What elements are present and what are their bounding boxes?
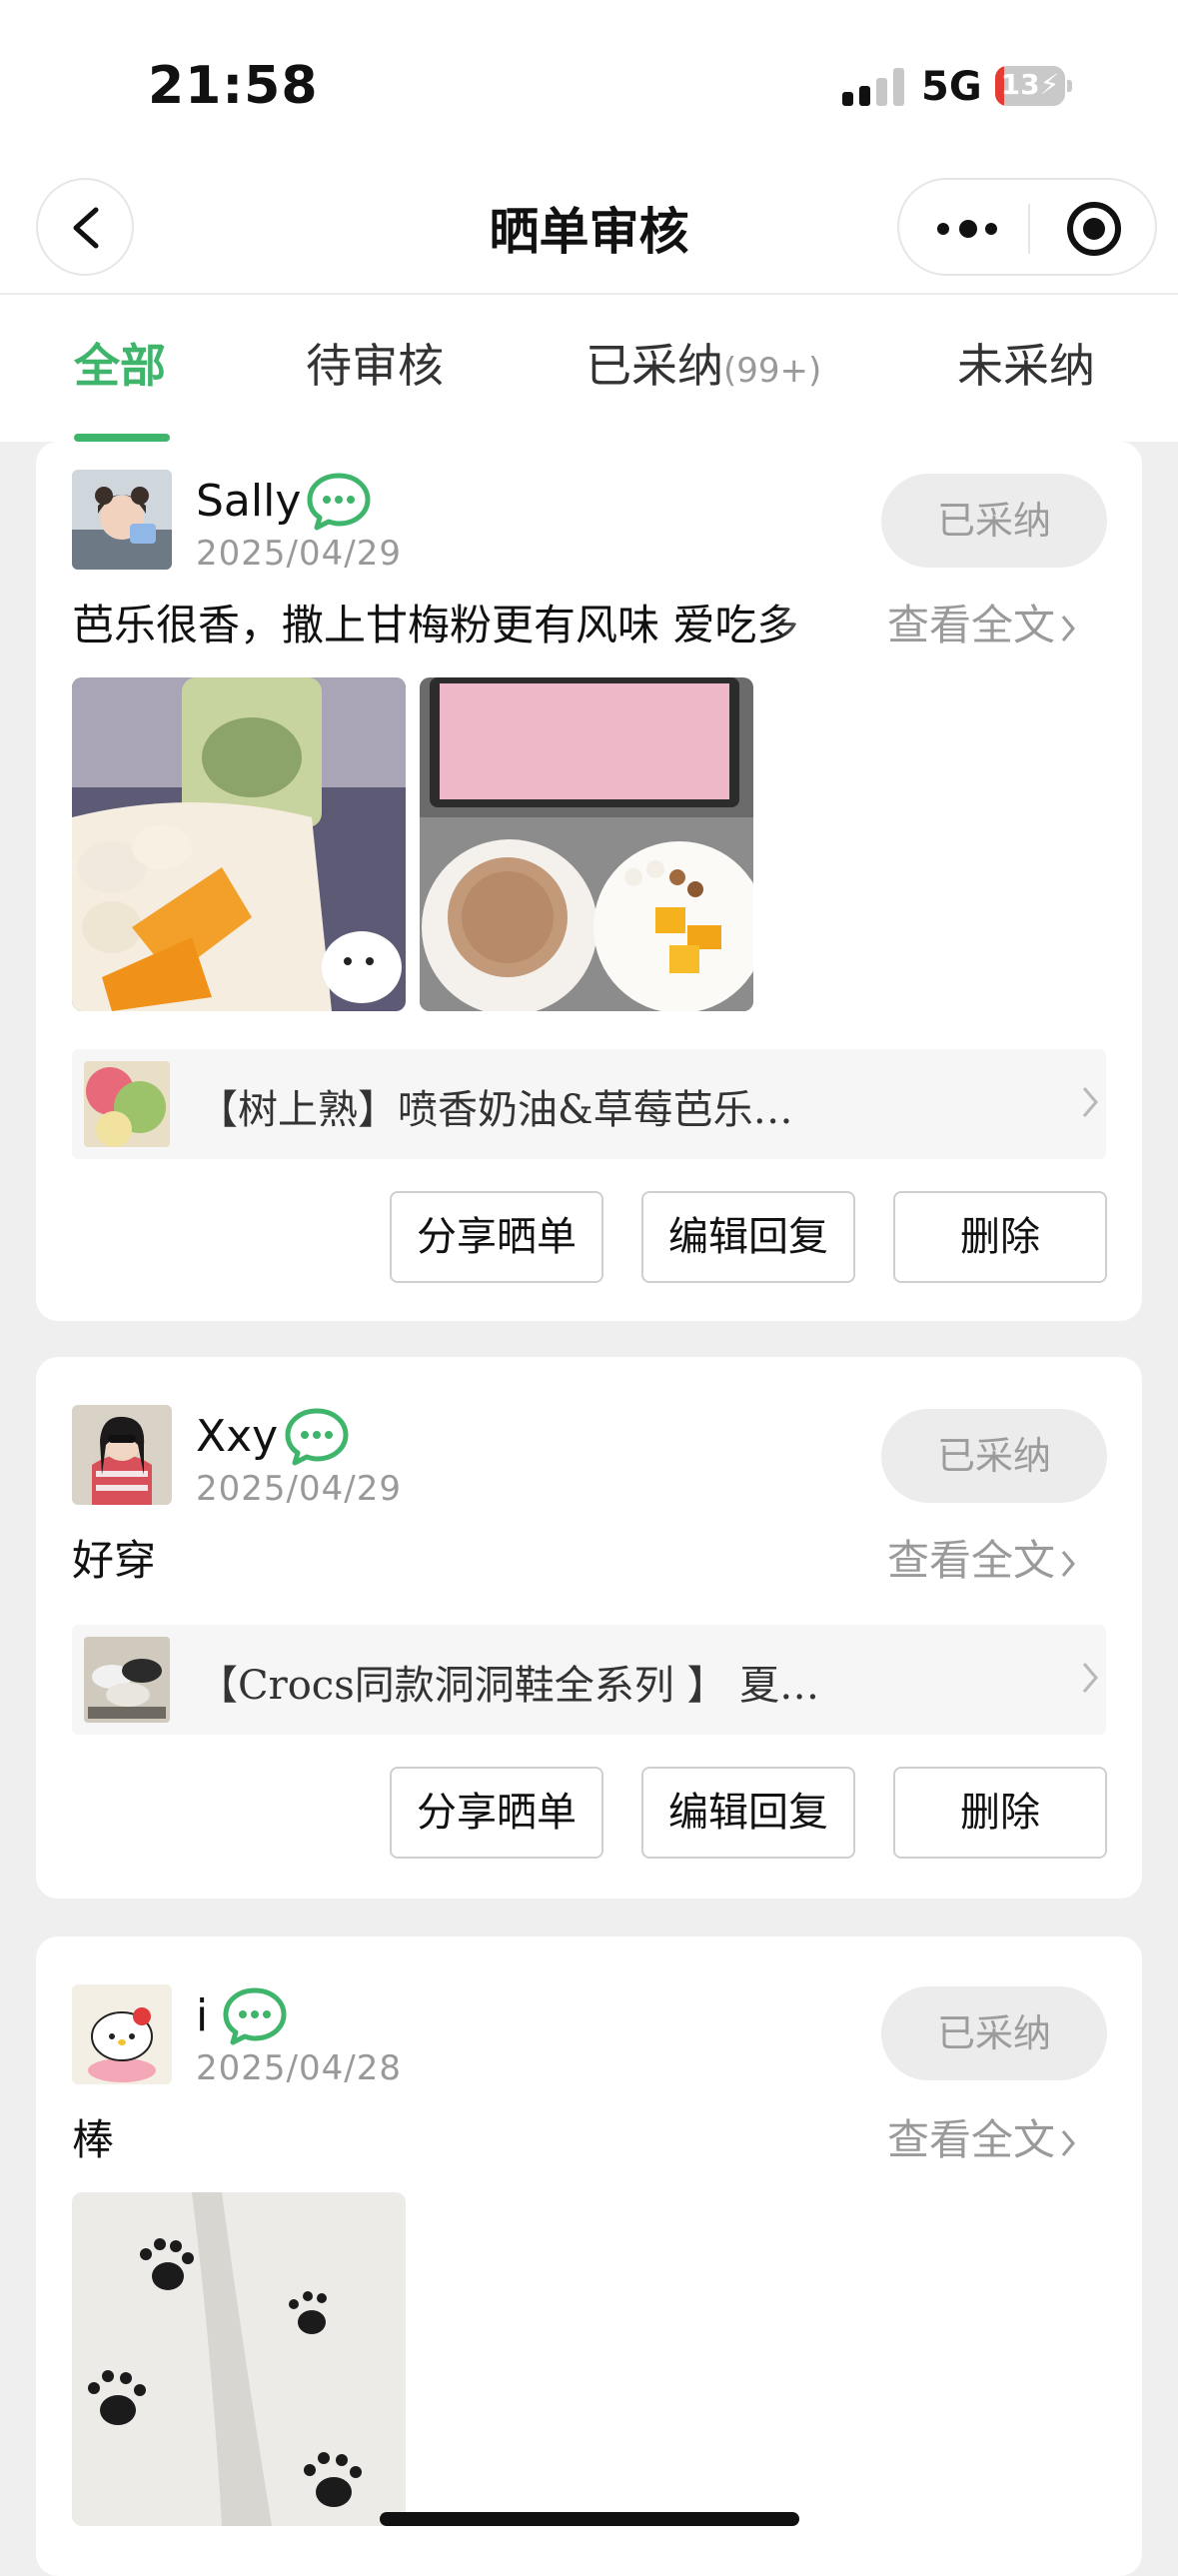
delete-button[interactable]: 删除 (893, 1767, 1107, 1859)
battery-level: 13 (1000, 68, 1040, 101)
chevron-right-icon (1061, 1550, 1075, 1577)
review-card: Xxy 2025/04/29 已采纳 好穿 查看全文 【Crocs同款洞洞鞋全系… (36, 1357, 1142, 1899)
review-date: 2025/04/29 (196, 534, 402, 574)
review-card: i 2025/04/28 已采纳 棒 查看全文 (36, 1936, 1142, 2576)
chevron-right-icon (1082, 1087, 1098, 1117)
share-review-button[interactable]: 分享晒单 (390, 1767, 603, 1859)
review-photo[interactable] (420, 677, 753, 1011)
product-title: 【树上熟】喷香奶油&草莓芭乐… (198, 1087, 793, 1133)
read-more-link[interactable]: 查看全文 (887, 2106, 1077, 2167)
chevron-right-icon (1082, 1663, 1098, 1693)
user-name: Sally (196, 476, 302, 527)
read-more-link[interactable]: 查看全文 (887, 592, 1077, 652)
tab-rejected[interactable]: 未采纳 (957, 330, 1095, 396)
signal-icon (842, 66, 904, 106)
user-name: i (196, 1990, 209, 2041)
avatar (72, 1984, 172, 2084)
chevron-right-icon (1061, 2129, 1075, 2156)
header: 21:58 5G 13⚡ 晒单审核 全部 待审核 已采纳(99+) 未采纳 (0, 0, 1178, 442)
chevron-right-icon (1061, 615, 1075, 642)
tab-pending[interactable]: 待审核 (306, 330, 444, 396)
tab-all[interactable]: 全部 (74, 330, 166, 396)
wechat-bubble-icon[interactable] (222, 1986, 288, 2046)
review-content: 好穿 (72, 1536, 157, 1585)
battery-icon: 13⚡ (995, 66, 1072, 106)
tab-badge: (99+) (723, 351, 822, 391)
product-link[interactable]: 【Crocs同款洞洞鞋全系列 】 夏… (72, 1625, 1106, 1735)
read-more-link[interactable]: 查看全文 (887, 1527, 1077, 1588)
edit-reply-button[interactable]: 编辑回复 (641, 1191, 855, 1283)
delete-button[interactable]: 删除 (893, 1191, 1107, 1283)
share-review-button[interactable]: 分享晒单 (390, 1191, 603, 1283)
user-name: Xxy (196, 1411, 279, 1462)
review-content: 棒 (72, 2115, 115, 2164)
status-badge: 已采纳 (881, 1409, 1107, 1503)
avatar (72, 1405, 172, 1505)
wechat-bubble-icon[interactable] (306, 472, 372, 532)
product-thumbnail (84, 1061, 170, 1147)
target-icon[interactable] (1067, 202, 1121, 256)
product-link[interactable]: 【树上熟】喷香奶油&草莓芭乐… (72, 1049, 1106, 1159)
network-type: 5G (921, 64, 982, 110)
miniapp-capsule (897, 178, 1157, 276)
tab-adopted[interactable]: 已采纳(99+) (586, 330, 821, 396)
status-badge: 已采纳 (881, 1986, 1107, 2080)
product-title: 【Crocs同款洞洞鞋全系列 】 夏… (198, 1663, 820, 1709)
more-icon[interactable] (937, 220, 999, 238)
wechat-bubble-icon[interactable] (284, 1407, 350, 1467)
review-date: 2025/04/28 (196, 2048, 402, 2088)
review-photo[interactable] (72, 2192, 406, 2526)
home-indicator (380, 2512, 799, 2526)
status-badge: 已采纳 (881, 474, 1107, 568)
review-photo[interactable] (72, 677, 406, 1011)
status-time: 21:58 (148, 56, 319, 116)
tab-indicator (74, 434, 170, 442)
avatar (72, 470, 172, 570)
product-thumbnail (84, 1637, 170, 1723)
review-content: 芭乐很香，撒上甘梅粉更有风味 爱吃多 (72, 601, 799, 649)
edit-reply-button[interactable]: 编辑回复 (641, 1767, 855, 1859)
review-card: Sally 2025/04/29 已采纳 芭乐很香，撒上甘梅粉更有风味 爱吃多 … (36, 442, 1142, 1321)
review-date: 2025/04/29 (196, 1469, 402, 1509)
